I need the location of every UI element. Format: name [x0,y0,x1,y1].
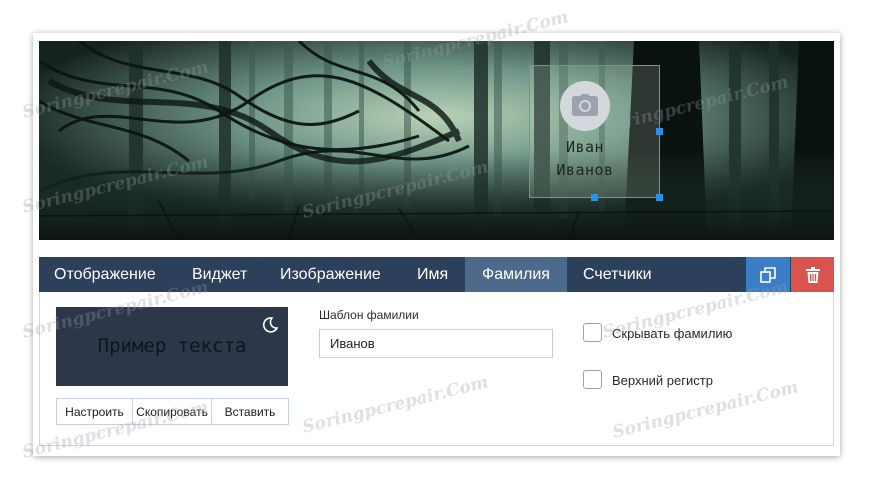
resize-handle-bottom[interactable] [591,194,598,201]
resize-handle-corner[interactable] [656,194,663,201]
trash-icon [805,266,820,283]
uppercase-checkbox[interactable] [583,370,602,389]
tab-counters[interactable]: Счетчики [569,257,666,292]
copy-style-button[interactable]: Скопировать [132,398,212,425]
surname-template-input[interactable] [319,329,553,358]
cover-last-name: Иванов [556,161,614,179]
surname-template-label: Шаблон фамилии [319,308,419,322]
uppercase-label[interactable]: Верхний регистр [612,373,713,388]
cover-image [39,41,834,240]
avatar-placeholder[interactable] [560,81,610,131]
copy-button[interactable] [746,257,790,292]
moon-icon[interactable] [262,317,278,333]
hide-surname-label[interactable]: Скрывать фамилию [612,326,732,341]
configure-button[interactable]: Настроить [56,398,133,425]
cover-first-name: Иван [565,138,605,156]
paste-style-button[interactable]: Вставить [211,398,289,425]
forest-background [39,41,834,240]
tab-surname[interactable]: Фамилия [465,257,567,292]
delete-button[interactable] [791,257,834,292]
hide-surname-checkbox[interactable] [583,323,602,342]
tab-display[interactable]: Отображение [39,257,171,292]
camera-icon [572,94,598,116]
tab-bar: Отображение Виджет Изображение Имя Фамил… [39,257,834,292]
resize-handle-right[interactable] [656,128,663,135]
preview-text: Пример текста [97,335,247,357]
tab-widget[interactable]: Виджет [178,257,261,292]
text-preview: Пример текста [56,307,288,386]
copy-icon [760,266,776,283]
tab-name[interactable]: Имя [403,257,462,292]
tab-image[interactable]: Изображение [266,257,395,292]
